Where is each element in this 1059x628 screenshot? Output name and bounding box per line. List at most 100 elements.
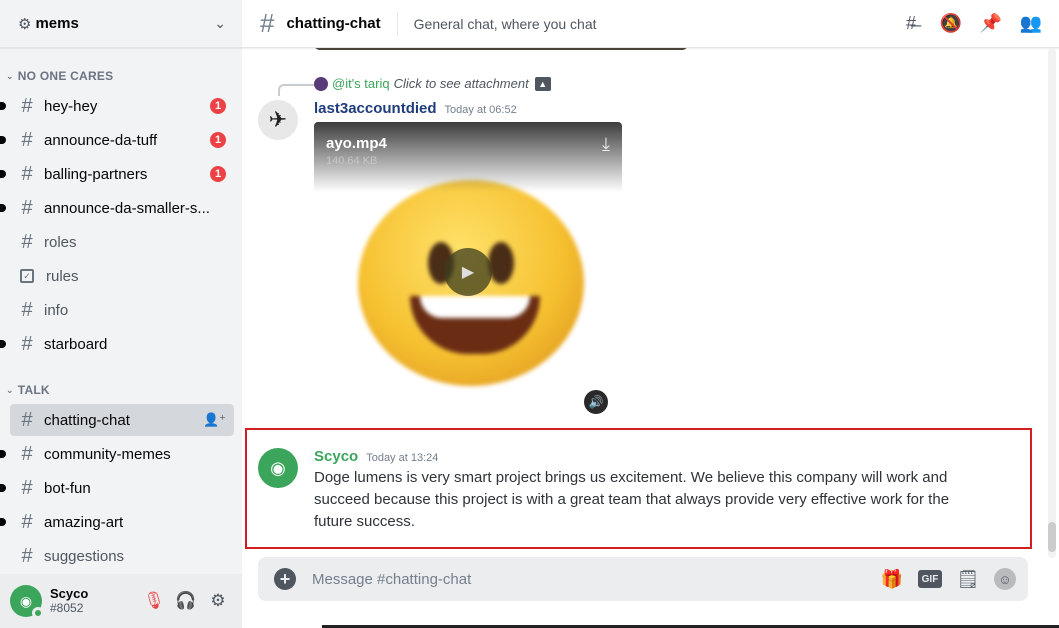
hash-icon: # bbox=[21, 196, 33, 219]
channel-community-memes[interactable]: # community-memes bbox=[0, 438, 234, 470]
server-name: mems bbox=[35, 15, 79, 32]
hash-icon: # bbox=[21, 298, 33, 321]
hash-icon: # bbox=[21, 510, 33, 533]
reply-text[interactable]: Click to see attachment bbox=[394, 76, 529, 91]
message-author[interactable]: Scyco bbox=[314, 448, 358, 465]
category-label: TALK bbox=[17, 383, 50, 397]
channel-header: # chatting-chat General chat, where you … bbox=[242, 0, 1059, 48]
message-list: @it's tariq Click to see attachment ▲ ✈ … bbox=[242, 48, 1047, 554]
gift-icon[interactable]: 🎁 bbox=[880, 567, 904, 591]
channel-label: info bbox=[44, 301, 69, 319]
message-timestamp: Today at 06:52 bbox=[444, 104, 517, 116]
emoji-eye bbox=[488, 242, 514, 284]
video-filename: ayo.mp4 bbox=[326, 135, 387, 152]
notification-muted-icon[interactable]: 🔕 bbox=[939, 12, 963, 36]
online-status-icon bbox=[32, 607, 44, 619]
hash-icon: # bbox=[21, 442, 33, 465]
scrollbar-thumb[interactable] bbox=[1048, 522, 1056, 552]
hash-icon: # bbox=[21, 162, 33, 185]
hash-icon: # bbox=[21, 408, 33, 431]
channel-announce-da-tuff[interactable]: # announce-da-tuff 1 bbox=[0, 124, 234, 156]
hash-icon: # bbox=[21, 94, 33, 117]
message-input[interactable]: Message #chatting-chat bbox=[312, 571, 866, 588]
channel-label: balling-partners bbox=[44, 165, 148, 183]
channel-sidebar: ⚙ mems ⌄ ⌄ NO ONE CARES # hey-hey 1 # an… bbox=[0, 0, 242, 628]
channel-roles[interactable]: # roles bbox=[10, 226, 234, 258]
rules-checkbox-icon: ✓ bbox=[20, 269, 34, 283]
chevron-down-icon[interactable]: ⌄ bbox=[214, 15, 226, 32]
chat-area: # chatting-chat General chat, where you … bbox=[242, 0, 1059, 628]
channel-label: roles bbox=[44, 233, 77, 251]
reply-author[interactable]: @it's tariq bbox=[332, 76, 390, 91]
channel-title: chatting-chat bbox=[286, 15, 381, 32]
video-size: 140.64 KB bbox=[326, 155, 378, 167]
message-header: Scyco Today at 13:24 bbox=[314, 448, 438, 465]
threads-icon[interactable]: #̶ bbox=[899, 12, 923, 36]
avatar[interactable]: ✈ bbox=[258, 100, 298, 140]
hash-icon: # bbox=[21, 230, 33, 253]
previous-attachment[interactable] bbox=[314, 48, 688, 50]
mic-muted-icon[interactable]: 🎙 bbox=[138, 585, 170, 617]
scrollbar[interactable] bbox=[1048, 48, 1056, 558]
channel-balling-partners[interactable]: # balling-partners 1 bbox=[0, 158, 234, 190]
message-header: last3accountdied Today at 06:52 bbox=[314, 100, 517, 117]
channel-starboard[interactable]: # starboard bbox=[0, 328, 234, 360]
category-no-one-cares[interactable]: ⌄ NO ONE CARES bbox=[0, 66, 242, 86]
avatar[interactable]: ◉ bbox=[10, 585, 44, 619]
channel-rules[interactable]: ✓ rules bbox=[10, 260, 234, 292]
message-author[interactable]: last3accountdied bbox=[314, 100, 437, 117]
mention-badge: 1 bbox=[210, 98, 226, 114]
reply-avatar bbox=[314, 76, 328, 91]
channel-label: hey-hey bbox=[44, 97, 98, 115]
channel-bot-fun[interactable]: # bot-fun bbox=[0, 472, 234, 504]
channel-topic[interactable]: General chat, where you chat bbox=[414, 16, 883, 32]
reply-spine bbox=[278, 84, 314, 96]
mention-badge: 1 bbox=[210, 166, 226, 182]
server-header[interactable]: ⚙ mems ⌄ bbox=[0, 0, 242, 48]
hash-icon: # bbox=[21, 128, 33, 151]
channel-hey-hey[interactable]: # hey-hey 1 bbox=[0, 90, 234, 122]
image-icon: ▲ bbox=[534, 76, 551, 91]
mention-badge: 1 bbox=[210, 132, 226, 148]
upload-plus-icon[interactable]: + bbox=[274, 568, 296, 590]
channel-label: announce-da-smaller-s... bbox=[44, 199, 210, 217]
username: Scyco bbox=[50, 586, 89, 601]
hash-icon: # bbox=[21, 332, 33, 355]
user-info[interactable]: Scyco #8052 bbox=[50, 586, 138, 616]
create-invite-icon[interactable]: 👤⁺ bbox=[203, 412, 226, 428]
category-label: NO ONE CARES bbox=[17, 69, 114, 83]
message-content: Doge lumens is very smart project brings… bbox=[314, 469, 950, 530]
category-talk[interactable]: ⌄ TALK bbox=[0, 380, 242, 400]
channel-label: starboard bbox=[44, 335, 108, 353]
user-tag: #8052 bbox=[50, 601, 84, 615]
avatar[interactable]: ◉ bbox=[258, 448, 298, 488]
reply-reference[interactable]: @it's tariq Click to see attachment ▲ bbox=[314, 76, 551, 91]
chevron-down-icon: ⌄ bbox=[6, 70, 14, 81]
settings-gear-icon[interactable]: ⚙ bbox=[202, 585, 234, 617]
channel-announce-da-smaller-s[interactable]: # announce-da-smaller-s... bbox=[0, 192, 234, 224]
video-attachment[interactable]: ayo.mp4 140.64 KB ⤓ ▶ 🔊 bbox=[314, 122, 622, 422]
gif-icon[interactable]: GIF bbox=[918, 570, 942, 588]
channel-chatting-chat[interactable]: # chatting-chat 👤⁺ bbox=[10, 404, 234, 436]
channel-label: rules bbox=[46, 267, 79, 285]
header-divider bbox=[396, 11, 398, 36]
chevron-down-icon: ⌄ bbox=[6, 384, 14, 395]
channel-amazing-art[interactable]: # amazing-art bbox=[0, 506, 234, 538]
member-list-icon[interactable]: 👥 bbox=[1019, 12, 1043, 36]
pin-icon[interactable]: 📌 bbox=[979, 12, 1003, 36]
sticker-icon[interactable]: 🗒 bbox=[956, 567, 980, 591]
download-icon[interactable]: ⤓ bbox=[602, 134, 610, 155]
channel-info[interactable]: # info bbox=[10, 294, 234, 326]
channel-label: amazing-art bbox=[44, 513, 124, 531]
message-timestamp: Today at 13:24 bbox=[366, 452, 439, 464]
headphones-icon[interactable]: 🎧 bbox=[170, 585, 202, 617]
message-composer: + Message #chatting-chat 🎁 GIF 🗒 ☺ bbox=[258, 557, 1028, 601]
hash-icon: # bbox=[260, 8, 275, 38]
emoji-icon[interactable]: ☺ bbox=[994, 568, 1016, 590]
play-icon[interactable]: ▶ bbox=[444, 248, 492, 296]
channel-label: community-memes bbox=[44, 445, 171, 463]
channel-suggestions[interactable]: # suggestions bbox=[10, 540, 234, 572]
volume-icon[interactable]: 🔊 bbox=[584, 390, 608, 414]
discord-logo-icon: ◉ bbox=[19, 592, 33, 609]
user-panel: ◉ Scyco #8052 🎙 🎧 ⚙ bbox=[0, 574, 242, 628]
